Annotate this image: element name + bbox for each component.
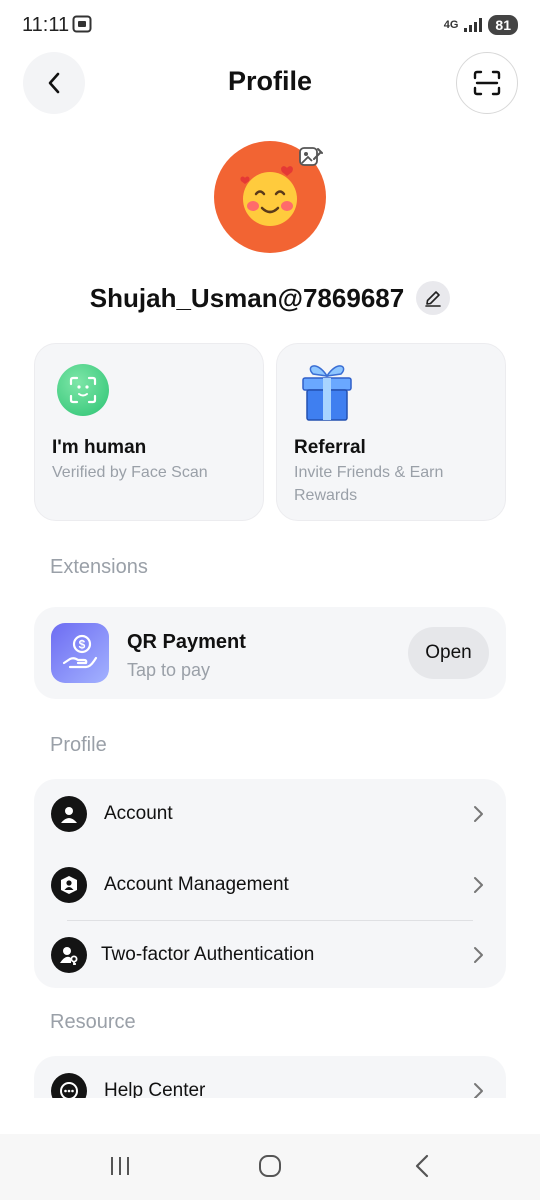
scan-frame-icon <box>473 70 501 96</box>
home-button[interactable] <box>250 1150 290 1182</box>
qr-payment-card[interactable]: $ QR Payment Tap to pay Open <box>34 607 506 699</box>
profile-section-title: Profile <box>50 734 107 756</box>
account-management-row[interactable]: Account Management <box>34 850 506 920</box>
system-nav-bar <box>0 1134 540 1200</box>
resource-section-title: Resource <box>50 1011 136 1033</box>
qr-payment-icon: $ <box>51 623 109 683</box>
account-label: Account <box>104 803 173 824</box>
username: Shujah_Usman@7869687 <box>89 282 405 313</box>
recent-apps-icon <box>111 1157 129 1175</box>
human-card-subtitle: Verified by Face Scan <box>52 464 208 481</box>
status-time: 11:11 <box>22 14 70 36</box>
open-button[interactable]: Open <box>408 627 489 679</box>
chevron-right-icon <box>474 947 483 963</box>
username-row: Shujah_Usman@7869687 <box>0 278 540 318</box>
referral-card-title: Referral <box>294 437 366 458</box>
two-factor-row[interactable]: Two-factor Authentication <box>34 920 506 990</box>
scan-button[interactable] <box>456 52 518 114</box>
human-verification-card[interactable]: I'm human Verified by Face Scan <box>34 343 264 521</box>
change-photo-icon[interactable] <box>297 145 323 171</box>
account-management-label: Account Management <box>104 874 289 895</box>
referral-card[interactable]: Referral Invite Friends & Earn Rewards <box>276 343 506 521</box>
battery-indicator: 81 <box>488 15 518 35</box>
user-badge-icon <box>51 867 87 903</box>
screenshot-icon <box>72 15 92 33</box>
user-key-icon <box>51 937 87 973</box>
two-factor-label: Two-factor Authentication <box>101 944 315 965</box>
system-back-button[interactable] <box>402 1150 442 1182</box>
account-row[interactable]: Account <box>34 779 506 849</box>
gift-box-icon <box>302 365 352 421</box>
home-icon <box>259 1155 281 1177</box>
scroll-fade <box>0 1098 540 1134</box>
profile-settings-list: Account Account Management Two-factor Au… <box>34 779 506 988</box>
referral-card-subtitle: Invite Friends & Earn Rewards <box>294 464 444 504</box>
face-scan-icon <box>57 364 109 416</box>
chevron-right-icon <box>474 806 483 822</box>
back-arrow-icon <box>415 1154 429 1178</box>
recent-apps-button[interactable] <box>100 1150 140 1182</box>
edit-username-button[interactable] <box>416 281 451 315</box>
chevron-right-icon <box>474 877 483 893</box>
qr-payment-subtitle: Tap to pay <box>127 660 211 680</box>
extensions-section-title: Extensions <box>50 556 148 578</box>
smiling-face-with-hearts-icon <box>240 166 297 226</box>
human-card-title: I'm human <box>52 437 147 458</box>
user-icon <box>51 796 87 832</box>
network-label: 4G <box>443 19 459 31</box>
pencil-icon <box>425 291 442 307</box>
qr-payment-title: QR Payment <box>127 631 246 653</box>
status-bar: 11:11 4G 81 <box>0 0 540 50</box>
svg-text:$: $ <box>79 638 86 652</box>
status-indicators: 4G 81 <box>444 14 518 36</box>
signal-icon <box>464 18 483 32</box>
